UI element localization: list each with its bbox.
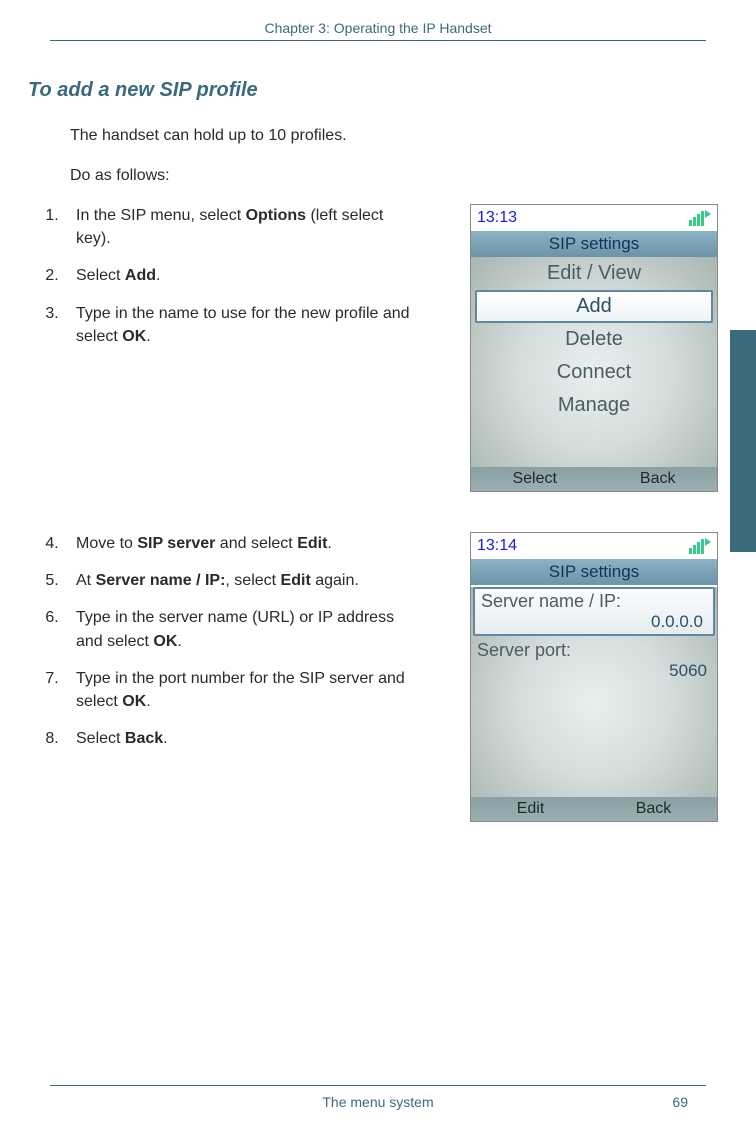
phone2-softkey-right: Back (636, 800, 672, 818)
phone-screenshot-2: 13:14 SIP settings Server name / IP: 0.0… (470, 532, 718, 822)
phone1-time: 13:13 (477, 209, 517, 227)
footer-center: The menu system (0, 1094, 756, 1110)
phone2-title: SIP settings (471, 559, 717, 585)
chapter-header: Chapter 3: Operating the IP Handset (50, 20, 706, 41)
step-7: Type in the port number for the SIP serv… (72, 667, 420, 713)
phone1-softkey-right: Back (640, 470, 676, 488)
step-4: Move to SIP server and select Edit. (72, 532, 420, 555)
phone1-item-manage: Manage (471, 389, 717, 422)
phone2-field-serverport: Server port: 5060 (471, 638, 717, 681)
page-number: 69 (672, 1094, 688, 1110)
signal-icon (689, 538, 711, 554)
step-2: Select Add. (72, 264, 420, 287)
step-5: At Server name / IP:, select Edit again. (72, 569, 420, 592)
phone2-time: 13:14 (477, 537, 517, 555)
intro-line-1: The handset can hold up to 10 profiles. (70, 124, 756, 148)
phone2-field-servername: Server name / IP: 0.0.0.0 (473, 587, 715, 636)
step-8: Select Back. (72, 727, 420, 750)
phone1-item-editview: Edit / View (471, 257, 717, 290)
phone2-softkey-left: Edit (517, 800, 545, 818)
signal-icon (689, 210, 711, 226)
phone-screenshot-1: 13:13 SIP settings Edit / View Add Delet… (470, 204, 718, 492)
step-1: In the SIP menu, select Options (left se… (72, 204, 420, 250)
section-title: To add a new SIP profile (28, 79, 756, 102)
phone1-item-connect: Connect (471, 356, 717, 389)
intro-line-2: Do as follows: (70, 164, 756, 188)
side-tab (730, 330, 756, 552)
step-3: Type in the name to use for the new prof… (72, 302, 420, 348)
footer-separator (50, 1085, 706, 1086)
phone1-title: SIP settings (471, 231, 717, 257)
phone1-item-delete: Delete (471, 323, 717, 356)
phone1-softkey-left: Select (512, 470, 556, 488)
step-6: Type in the server name (URL) or IP addr… (72, 606, 420, 652)
phone1-item-add: Add (475, 290, 713, 323)
